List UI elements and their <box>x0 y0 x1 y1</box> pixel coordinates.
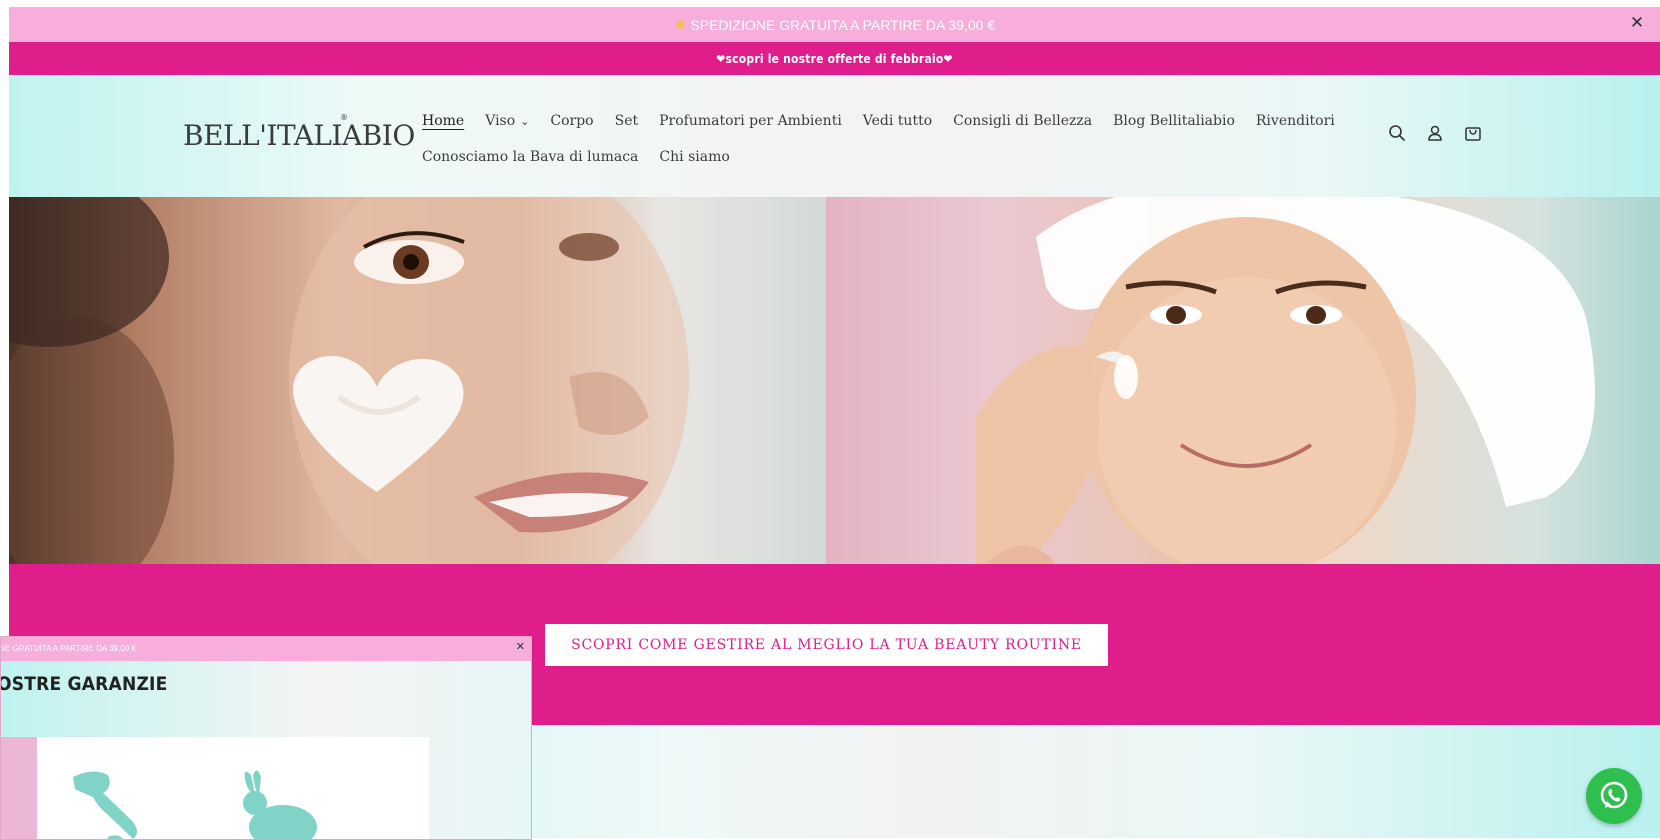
rabbit-icon <box>243 770 317 839</box>
nav-item-blog-bellitaliabio[interactable]: Blog Bellitaliabio <box>1113 113 1235 129</box>
nav-item-label: Viso <box>485 113 516 129</box>
overlay-title: OSTRE GARANZIE <box>0 673 168 695</box>
nav-row-primary: Home Viso ⌄ Corpo Set Profumatori per Ambient… <box>422 103 1335 139</box>
announcement-shipping-bar: ★ SPEDIZIONE GRATUITA A PARTIRE DA 39,00… <box>9 7 1660 42</box>
logo[interactable]: BELL'ITALIABIO <box>183 119 415 152</box>
hero-image-towel-smile <box>826 197 1660 564</box>
nav-item-label: Vedi tutto <box>862 113 933 129</box>
nav-item-conosciamo-la-bava-di-lumaca[interactable]: Conosciamo la Bava di lumaca <box>422 149 638 165</box>
nav-item-consigli-di-bellezza[interactable]: Consigli di Bellezza <box>953 113 1092 129</box>
announcement-offer-bar[interactable]: ❤scopri le nostre offerte di febbraio❤ <box>9 42 1660 75</box>
offer-text[interactable]: ❤scopri le nostre offerte di febbraio❤ <box>716 52 952 66</box>
site-header: BELL'ITALIABIO ® Home Viso ⌄ Corpo Set Profum… <box>9 75 1660 197</box>
whatsapp-icon[interactable] <box>1586 768 1642 824</box>
nav-item-label: Consigli di Bellezza <box>953 113 1093 129</box>
guarantees-card <box>1 737 429 839</box>
overlay-shipping-text: NE GRATUITA A PARTIRE DA 39,00 € <box>0 644 136 653</box>
nav-item-label: Chi siamo <box>659 149 730 165</box>
nav-item-label: Corpo <box>550 113 594 129</box>
nav-item-home[interactable]: Home <box>422 113 464 129</box>
nav-item-label: Conosciamo la Bava di lumaca <box>422 149 639 165</box>
chevron-down-icon: ⌄ <box>520 115 530 128</box>
nav-item-set[interactable]: Set <box>615 113 639 129</box>
star-icon: ★ <box>673 16 687 32</box>
close-announcement-button[interactable]: ✕ <box>1626 12 1648 34</box>
nav-item-profumatori-per-ambienti[interactable]: Profumatori per Ambienti <box>659 113 842 129</box>
nav-item-viso[interactable]: Viso ⌄ <box>485 113 529 129</box>
nav-row-secondary: Conosciamo la Bava di lumaca Chi siamo <box>422 139 1312 175</box>
nav-item-label: Profumatori per Ambienti <box>659 113 842 129</box>
italy-map-icon <box>73 771 137 839</box>
nav-item-label: Blog Bellitaliabio <box>1113 113 1235 129</box>
hero-image-heart-cream <box>9 197 826 564</box>
hero-banner[interactable] <box>9 197 1660 564</box>
beauty-routine-button[interactable]: SCOPRI COME GESTIRE AL MEGLIO LA TUA BEA… <box>545 624 1108 666</box>
main-navigation: Home Viso ⌄ Corpo Set Profumatori per Ambient… <box>422 103 1335 175</box>
nav-item-rivenditori[interactable]: Rivenditori <box>1256 113 1335 129</box>
logo-registered-mark: ® <box>340 113 348 122</box>
cart-icon[interactable] <box>1460 120 1486 146</box>
nav-item-label: Rivenditori <box>1255 113 1335 129</box>
overlay-close-button[interactable]: ✕ <box>516 640 525 653</box>
overlay-announcement-bar: NE GRATUITA A PARTIRE DA 39,00 € ✕ <box>1 637 531 661</box>
header-icons <box>1384 120 1498 146</box>
preview-overlay-window[interactable]: NE GRATUITA A PARTIRE DA 39,00 € ✕ OSTRE… <box>0 636 532 840</box>
search-icon[interactable] <box>1384 120 1410 146</box>
nav-item-chi-siamo[interactable]: Chi siamo <box>659 149 729 165</box>
nav-item-vedi-tutto[interactable]: Vedi tutto <box>863 113 932 129</box>
nav-item-corpo[interactable]: Corpo <box>550 113 593 129</box>
account-icon[interactable] <box>1422 120 1448 146</box>
nav-item-label: Home <box>422 113 465 129</box>
shipping-text: SPEDIZIONE GRATUITA A PARTIRE DA 39,00 € <box>690 16 996 33</box>
nav-item-label: Set <box>614 113 639 129</box>
card-pink-strip <box>1 737 37 839</box>
